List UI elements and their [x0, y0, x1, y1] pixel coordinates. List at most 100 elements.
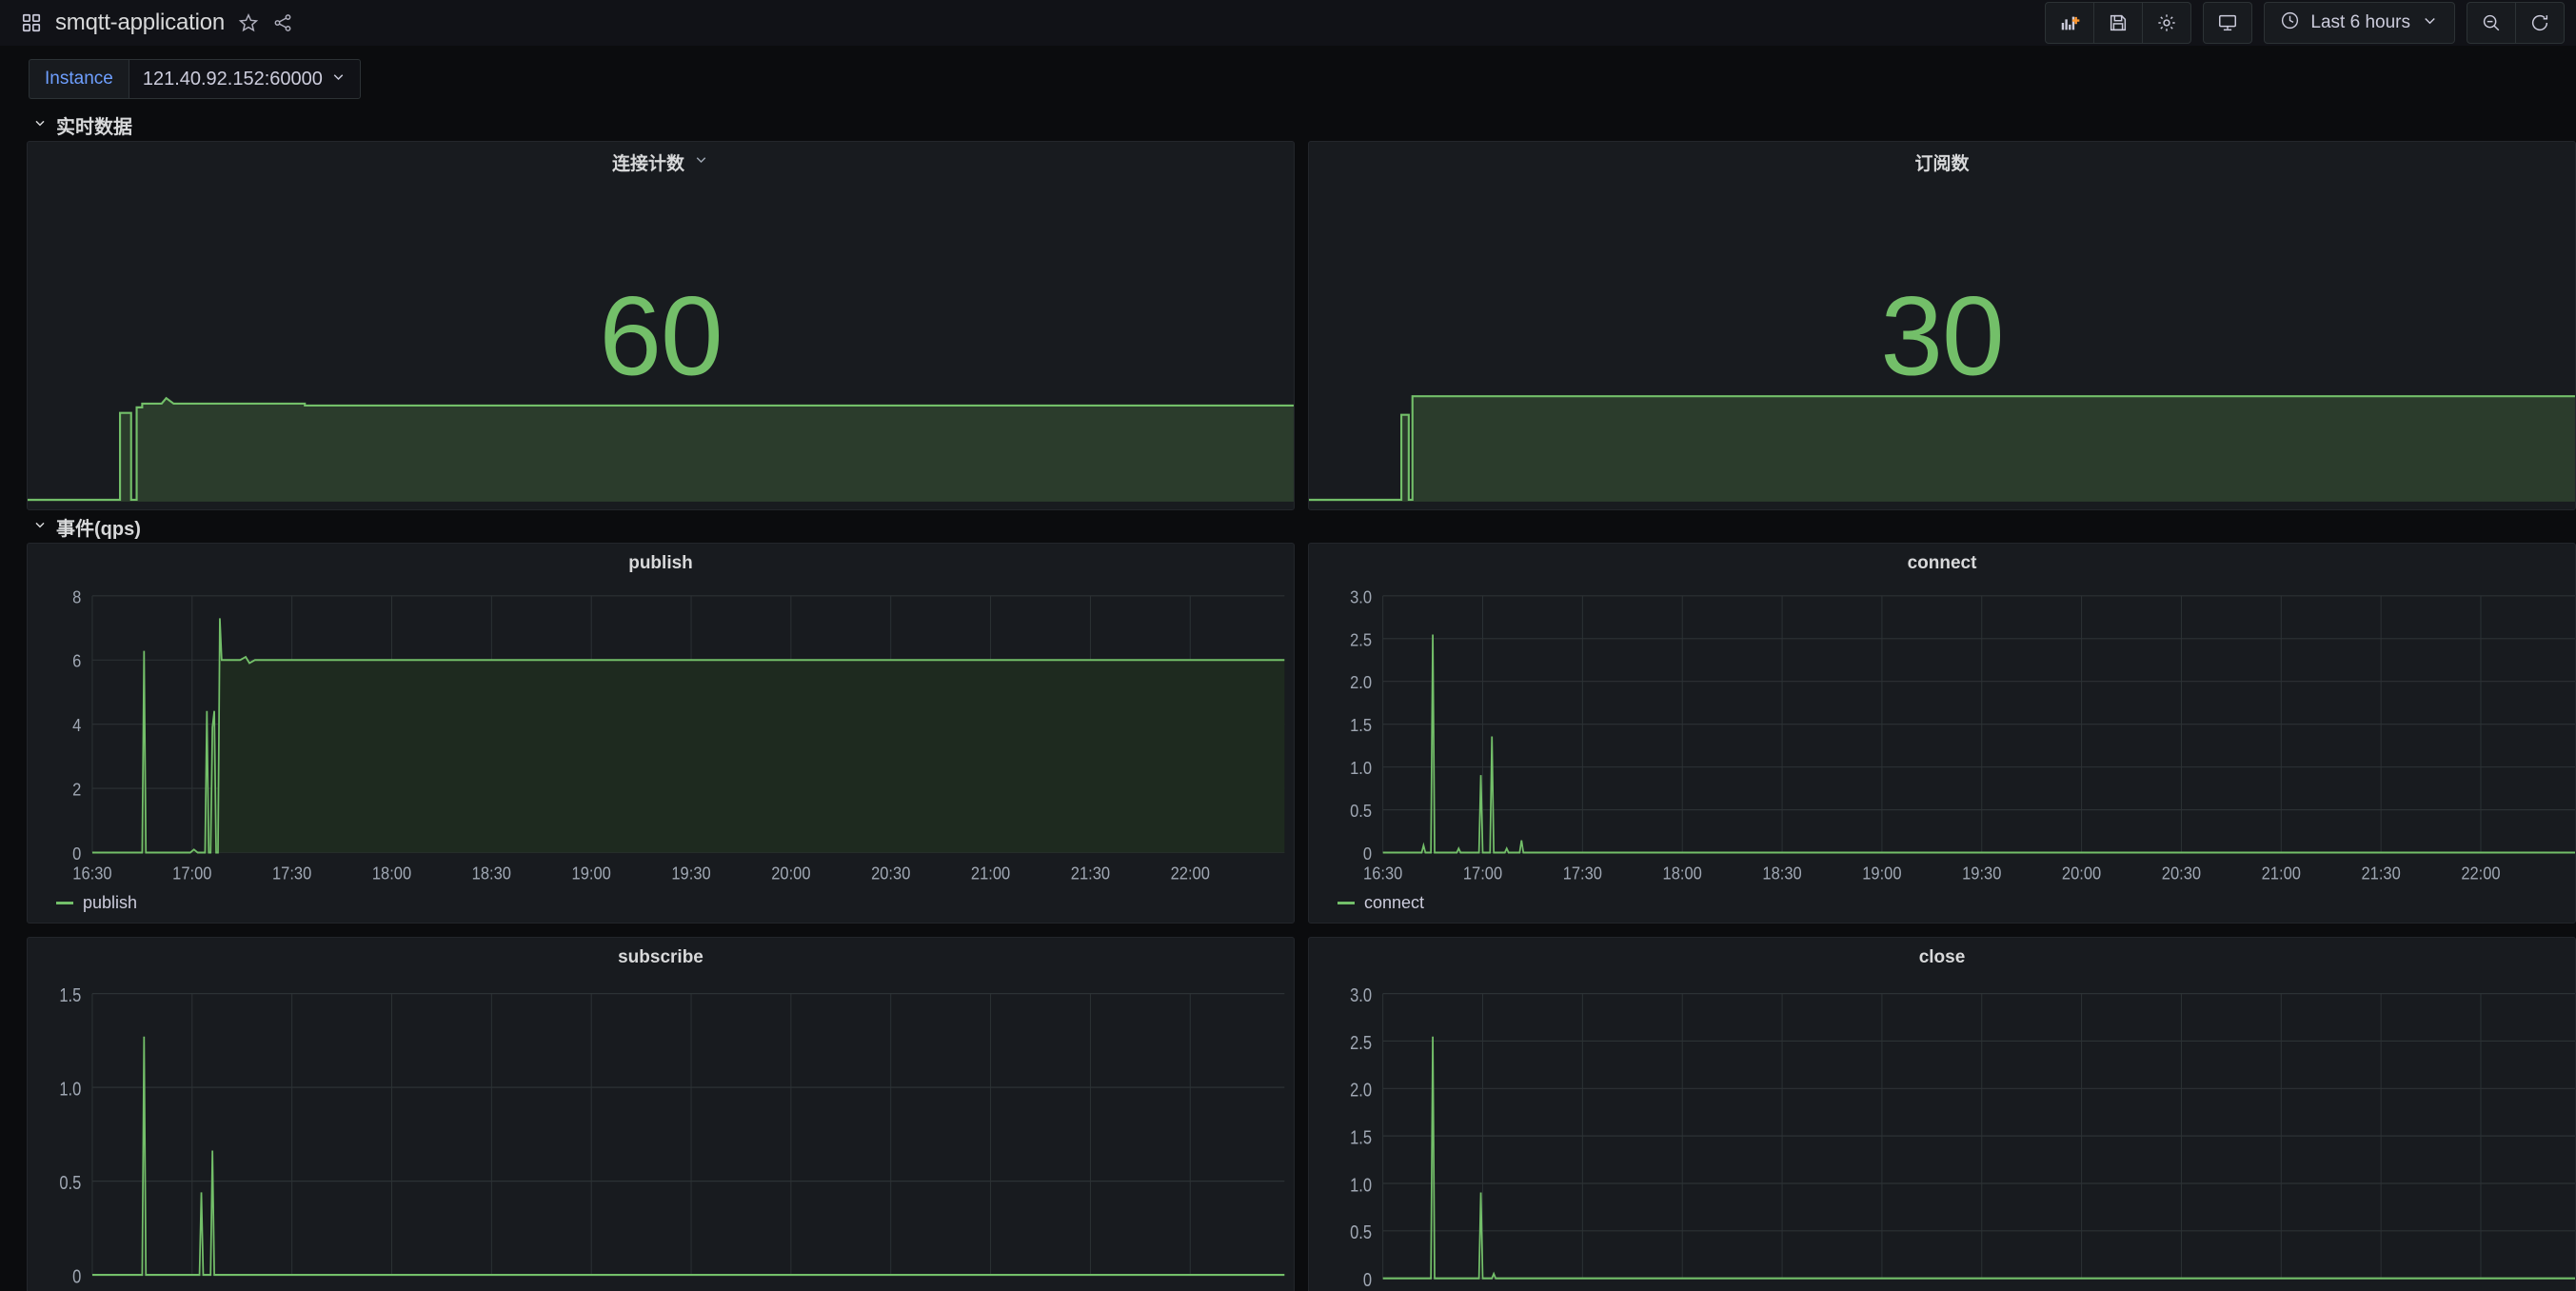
- svg-text:3.0: 3.0: [1350, 983, 1372, 1005]
- panel-title: 订阅数: [1914, 153, 1970, 174]
- legend-label[interactable]: connect: [1364, 893, 1424, 913]
- tv-kiosk-mode-icon[interactable]: [2203, 2, 2253, 44]
- legend-connect: connect: [1309, 889, 2575, 923]
- svg-text:8: 8: [72, 587, 81, 607]
- svg-text:18:00: 18:00: [1663, 864, 1702, 884]
- row-header-realtime-data[interactable]: 实时数据: [0, 109, 2576, 141]
- svg-text:4: 4: [72, 715, 82, 735]
- svg-text:20:30: 20:30: [2162, 864, 2201, 884]
- chevron-down-icon: [330, 69, 347, 90]
- dashboards-grid-icon[interactable]: [21, 12, 42, 33]
- chart-publish: 86 420 16:30 17:00 17:30 18:00 18:30 19:00 …: [72, 587, 1285, 884]
- panel-row-realtime: 连接计数 60 订阅数 30: [0, 141, 2576, 510]
- panel-close: close 3.0 2.5 2.0 1.5 1.0 0.5 0: [1308, 937, 2576, 1291]
- svg-text:18:00: 18:00: [372, 864, 411, 884]
- svg-text:0.5: 0.5: [1350, 801, 1372, 821]
- panel-body-close: 3.0 2.5 2.0 1.5 1.0 0.5 0: [1309, 978, 2575, 1291]
- add-panel-icon[interactable]: [2045, 2, 2095, 44]
- navbar-left-group: smqtt-application: [21, 10, 293, 36]
- svg-text:17:00: 17:00: [1463, 864, 1502, 884]
- star-icon[interactable]: [238, 12, 259, 33]
- chevron-down-icon: [2421, 11, 2439, 34]
- dashboard-settings-gear-icon[interactable]: [2142, 2, 2192, 44]
- svg-text:19:00: 19:00: [572, 864, 611, 884]
- legend-label[interactable]: publish: [83, 893, 137, 913]
- panel-header-connect: connect: [1309, 544, 2575, 584]
- panel-title: subscribe: [618, 947, 703, 967]
- save-dashboard-icon[interactable]: [2093, 2, 2144, 44]
- share-icon[interactable]: [272, 12, 293, 33]
- svg-text:0: 0: [1363, 844, 1372, 864]
- clock-icon: [2280, 10, 2300, 35]
- panel-header-subscriptions: 订阅数: [1309, 142, 2575, 182]
- panel-body-publish: 86 420 16:30 17:00 17:30 18:00 18:30 19:00 …: [28, 584, 1294, 889]
- svg-text:1.5: 1.5: [59, 983, 81, 1005]
- panel-title: close: [1918, 947, 1966, 967]
- svg-text:1.0: 1.0: [59, 1078, 81, 1100]
- svg-text:17:30: 17:30: [1563, 864, 1602, 884]
- svg-text:19:30: 19:30: [671, 864, 710, 884]
- svg-text:0.5: 0.5: [59, 1171, 81, 1193]
- time-controls-group: [2467, 2, 2565, 44]
- chart-subscribe: 1.5 1.0 0.5 0: [59, 983, 1285, 1287]
- panel-subscriptions: 订阅数 30: [1308, 141, 2576, 510]
- svg-text:20:30: 20:30: [871, 864, 910, 884]
- svg-text:0.5: 0.5: [1350, 1221, 1372, 1243]
- svg-text:1.0: 1.0: [1350, 758, 1372, 778]
- panel-body-subscriptions: 30: [1309, 182, 2575, 509]
- svg-text:17:30: 17:30: [272, 864, 311, 884]
- svg-text:0: 0: [72, 844, 81, 864]
- svg-text:20:00: 20:00: [771, 864, 810, 884]
- chevron-down-icon[interactable]: [693, 151, 709, 172]
- svg-text:18:30: 18:30: [1762, 864, 1801, 884]
- top-navbar: smqtt-application Last 6 hours: [0, 0, 2576, 46]
- page-title: smqtt-application: [55, 10, 226, 35]
- svg-text:16:30: 16:30: [72, 864, 111, 884]
- panel-header-connections: 连接计数: [28, 142, 1294, 182]
- svg-text:2.5: 2.5: [1350, 630, 1372, 650]
- panel-subscribe: subscribe 1.5 1.0 0.5 0: [27, 937, 1295, 1291]
- legend-color-swatch: [1338, 902, 1355, 904]
- svg-text:22:00: 22:00: [2461, 864, 2500, 884]
- variable-instance-select[interactable]: 121.40.92.152:60000: [128, 59, 361, 99]
- zoom-out-time-range-icon[interactable]: [2467, 2, 2516, 44]
- svg-text:2.0: 2.0: [1350, 672, 1372, 692]
- panel-title: 连接计数: [611, 153, 684, 174]
- panel-connections: 连接计数 60: [27, 141, 1295, 510]
- panel-publish: publish 8 6 4 2 0 16:30 17:00 17:30 18:00 1…: [27, 543, 1295, 924]
- svg-text:2.0: 2.0: [1350, 1079, 1372, 1101]
- svg-text:1.5: 1.5: [1350, 1126, 1372, 1148]
- svg-text:21:30: 21:30: [1071, 864, 1110, 884]
- panel-row-events: publish 8 6 4 2 0 16:30 17:00 17:30 18:00 1…: [0, 543, 2576, 924]
- legend-publish: publish: [28, 889, 1294, 923]
- svg-text:2: 2: [72, 780, 81, 800]
- legend-color-swatch: [56, 902, 73, 904]
- panel-body-connect: 3.0 2.5 2.0 1.5 1.0 0.5 0 16:30 17:00 17:30 18…: [1309, 584, 2575, 889]
- chevron-down-icon: [32, 115, 48, 135]
- dashboard-submenu: Instance 121.40.92.152:60000: [0, 46, 2576, 109]
- panel-body-subscribe: 1.5 1.0 0.5 0: [28, 978, 1294, 1291]
- svg-text:6: 6: [72, 651, 81, 671]
- svg-text:19:00: 19:00: [1862, 864, 1901, 884]
- svg-text:18:30: 18:30: [472, 864, 511, 884]
- dashboard-action-group: [2045, 2, 2192, 44]
- svg-text:20:00: 20:00: [2062, 864, 2101, 884]
- row-header-events-qps[interactable]: 事件(qps): [0, 510, 2576, 543]
- svg-text:0: 0: [72, 1265, 81, 1287]
- svg-text:1.0: 1.0: [1350, 1174, 1372, 1196]
- panel-header-subscribe: subscribe: [28, 938, 1294, 978]
- chevron-down-icon: [32, 517, 48, 537]
- svg-text:1.5: 1.5: [1350, 715, 1372, 735]
- chart-close: 3.0 2.5 2.0 1.5 1.0 0.5 0: [1350, 983, 2575, 1290]
- stat-value-subscriptions: 30: [1880, 273, 2004, 400]
- panel-connect: connect 3.0 2.5 2.0 1.5 1.0 0.5 0 16:30 …: [1308, 543, 2576, 924]
- panel-title: connect: [1907, 553, 1977, 573]
- variable-instance-value: 121.40.92.152:60000: [142, 68, 323, 89]
- svg-text:19:30: 19:30: [1962, 864, 2001, 884]
- panel-title: publish: [628, 553, 693, 573]
- time-range-picker[interactable]: Last 6 hours: [2264, 2, 2455, 44]
- panel-body-connections: 60: [28, 182, 1294, 509]
- refresh-dashboard-icon[interactable]: [2515, 2, 2565, 44]
- time-range-label: Last 6 hours: [2310, 12, 2410, 32]
- svg-text:21:00: 21:00: [971, 864, 1010, 884]
